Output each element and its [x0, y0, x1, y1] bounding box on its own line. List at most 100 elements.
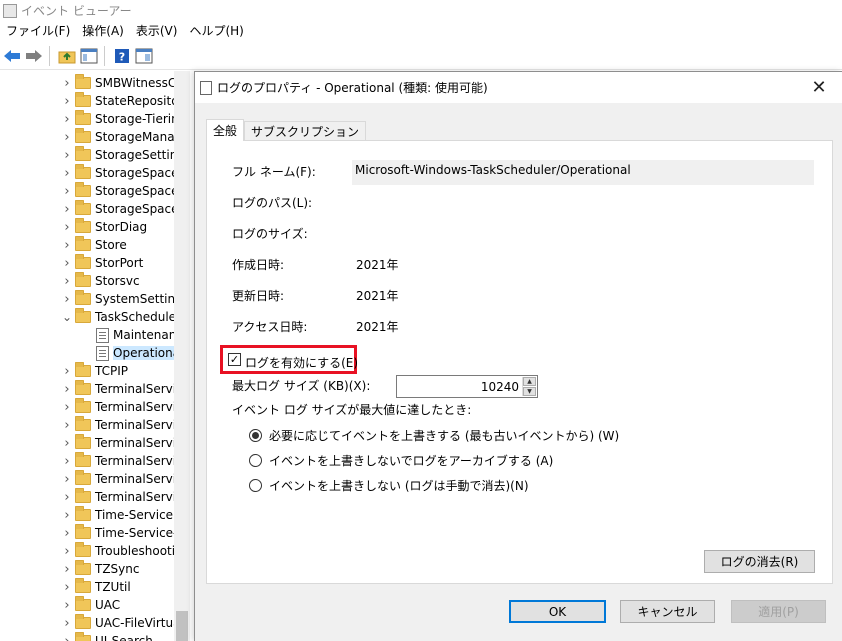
chevron-right-icon[interactable]: › — [62, 272, 72, 290]
close-icon[interactable]: ✕ — [796, 72, 842, 103]
enable-log-checkbox[interactable]: ✓ — [228, 353, 241, 366]
tree-folder-item[interactable]: › SMBWitnessCl — [62, 74, 180, 92]
chevron-right-icon[interactable]: › — [62, 470, 72, 488]
tree-folder-item[interactable]: › StorageManag — [62, 128, 182, 146]
tree-folder-item[interactable]: › StorageSetting — [62, 146, 185, 164]
do-not-overwrite-radio[interactable] — [249, 479, 262, 492]
chevron-right-icon[interactable]: › — [62, 488, 72, 506]
chevron-right-icon[interactable]: › — [62, 362, 72, 380]
chevron-right-icon[interactable]: › — [62, 434, 72, 452]
do-not-overwrite-label[interactable]: イベントを上書きしない (ログは手動で消去)(N) — [269, 477, 529, 494]
max-size-value[interactable]: 10240 — [481, 380, 519, 394]
overwrite-label[interactable]: 必要に応じてイベントを上書きする (最も古いイベントから) (W) — [269, 427, 619, 444]
tree-folder-item[interactable]: › TCPIP — [62, 362, 128, 380]
tab-general[interactable]: 全般 — [206, 119, 245, 141]
chevron-right-icon[interactable]: › — [62, 110, 72, 128]
enable-log-label[interactable]: ログを有効にする(E) — [245, 354, 358, 371]
overwrite-radio[interactable] — [249, 429, 262, 442]
chevron-right-icon[interactable]: › — [62, 164, 72, 182]
archive-label[interactable]: イベントを上書きしないでログをアーカイブする (A) — [269, 452, 553, 469]
cancel-button[interactable]: キャンセル — [620, 600, 715, 623]
chevron-right-icon[interactable]: › — [62, 560, 72, 578]
menu-help[interactable]: ヘルプ(H) — [183, 21, 249, 42]
chevron-right-icon[interactable]: › — [62, 398, 72, 416]
chevron-right-icon[interactable]: › — [62, 236, 72, 254]
tree-folder-item[interactable]: › TerminalServic — [62, 434, 183, 452]
tree-folder-item[interactable]: › TZSync — [62, 560, 139, 578]
forward-arrow-icon[interactable] — [24, 46, 44, 66]
menu-action[interactable]: 操作(A) — [76, 21, 130, 42]
clear-log-button[interactable]: ログの消去(R) — [704, 550, 815, 573]
tree-folder-item[interactable]: › TerminalServic — [62, 452, 183, 470]
tab-subscriptions[interactable]: サブスクリプション — [244, 121, 367, 141]
toolbar: ? — [0, 42, 842, 70]
chevron-right-icon[interactable]: › — [62, 74, 72, 92]
tree-folder-item[interactable]: › TerminalServic — [62, 380, 183, 398]
tree-folder-item[interactable]: › StorageSpaces — [62, 200, 185, 218]
tree-folder-item[interactable]: › Storsvc — [62, 272, 140, 290]
folder-icon — [75, 560, 91, 575]
chevron-right-icon[interactable]: › — [62, 218, 72, 236]
chevron-right-icon[interactable]: › — [62, 578, 72, 596]
dialog-titlebar: ログのプロパティ - Operational (種類: 使用可能) ✕ — [195, 72, 842, 103]
tree-folder-item[interactable]: › StorageSpaces — [62, 164, 185, 182]
tree-scrollbar-thumb[interactable] — [176, 611, 188, 641]
tree-folder-item[interactable]: › Store — [62, 236, 127, 254]
help-icon[interactable]: ? — [112, 46, 132, 66]
console-tree[interactable]: › SMBWitnessCl › StateRepositor › Storage-Tie… — [0, 71, 190, 641]
tree-folder-item[interactable]: › TerminalServic — [62, 470, 183, 488]
tree-scrollbar[interactable] — [174, 71, 190, 641]
tree-folder-item[interactable]: › Time-Service-P — [62, 524, 185, 542]
menu-file[interactable]: ファイル(F) — [0, 21, 76, 42]
ok-button[interactable]: OK — [509, 600, 606, 623]
chevron-right-icon[interactable]: › — [62, 128, 72, 146]
tree-log-item[interactable]: Operationa — [94, 344, 181, 362]
chevron-right-icon[interactable]: › — [62, 182, 72, 200]
chevron-right-icon[interactable]: › — [62, 614, 72, 632]
tree-folder-item[interactable]: › UAC-FileVirtua — [62, 614, 180, 632]
chevron-right-icon[interactable]: › — [62, 542, 72, 560]
tree-folder-item[interactable]: › UAC — [62, 596, 120, 614]
fullname-field[interactable]: Microsoft-Windows-TaskScheduler/Operatio… — [352, 160, 814, 185]
chevron-right-icon[interactable]: › — [62, 596, 72, 614]
chevron-right-icon[interactable]: › — [62, 506, 72, 524]
chevron-right-icon[interactable]: › — [62, 200, 72, 218]
tree-folder-item[interactable]: › StorPort — [62, 254, 143, 272]
tree-folder-item[interactable]: › TerminalServic — [62, 488, 183, 506]
chevron-right-icon[interactable]: › — [62, 452, 72, 470]
chevron-right-icon[interactable]: › — [62, 92, 72, 110]
menu-view[interactable]: 表示(V) — [130, 21, 184, 42]
tree-folder-item[interactable]: › StorageSpaces — [62, 182, 185, 200]
tree-folder-item[interactable]: › StateRepositor — [62, 92, 183, 110]
chevron-right-icon[interactable]: › — [62, 380, 72, 398]
tree-folder-item[interactable]: › SystemSettings — [62, 290, 189, 308]
folder-up-icon[interactable] — [57, 46, 77, 66]
tree-folder-item[interactable]: › StorDiag — [62, 218, 147, 236]
chevron-right-icon[interactable]: › — [62, 290, 72, 308]
chevron-down-icon[interactable]: ⌄ — [62, 308, 72, 326]
log-file-icon — [96, 345, 109, 361]
show-hide-console-tree-icon[interactable] — [79, 46, 99, 66]
tree-folder-item[interactable]: › TZUtil — [62, 578, 131, 596]
action-pane-icon[interactable] — [134, 46, 154, 66]
spin-up-icon[interactable]: ▲ — [523, 377, 536, 386]
tree-folder-item[interactable]: › UI-Search — [62, 632, 153, 641]
chevron-right-icon[interactable]: › — [62, 416, 72, 434]
chevron-right-icon[interactable]: › — [62, 146, 72, 164]
tree-folder-item[interactable]: › TerminalServic — [62, 416, 183, 434]
tree-folder-item[interactable]: › Time-Service — [62, 506, 173, 524]
archive-radio[interactable] — [249, 454, 262, 467]
apply-button[interactable]: 適用(P) — [731, 600, 826, 623]
tree-folder-item[interactable]: › Storage-Tiering — [62, 110, 186, 128]
chevron-right-icon[interactable]: › — [62, 632, 72, 641]
spin-down-icon[interactable]: ▼ — [523, 387, 536, 396]
tree-folder-item[interactable]: › Troubleshootin — [62, 542, 183, 560]
tree-folder-item[interactable]: › TerminalServic — [62, 398, 183, 416]
back-arrow-icon[interactable] — [2, 46, 22, 66]
created-label: 作成日時: — [232, 258, 285, 272]
max-size-spinner[interactable]: 10240 ▲ ▼ — [396, 375, 538, 398]
tree-log-item[interactable]: Maintenan — [94, 326, 176, 344]
chevron-right-icon[interactable]: › — [62, 254, 72, 272]
chevron-right-icon[interactable]: › — [62, 524, 72, 542]
tree-folder-item[interactable]: ⌄ TaskScheduler — [62, 308, 181, 326]
